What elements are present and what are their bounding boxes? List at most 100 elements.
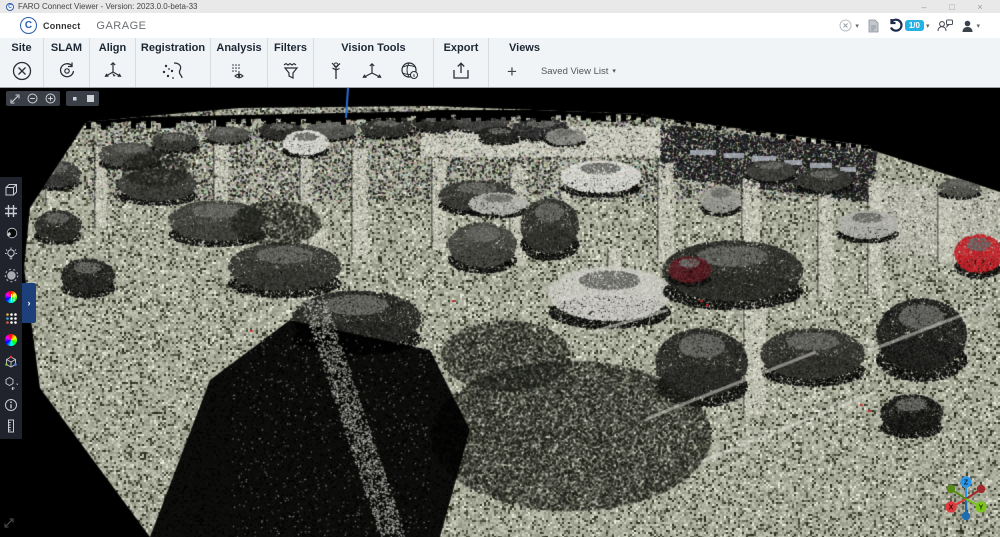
axis-z-label: Z — [964, 480, 969, 487]
connect-home-button[interactable]: C Connect — [20, 17, 80, 34]
site-button[interactable] — [11, 60, 33, 82]
analysis-label: Analysis — [216, 42, 261, 55]
cube-reset-button[interactable] — [4, 376, 19, 391]
export-upload-icon — [450, 60, 472, 82]
maximize-button[interactable]: □ — [938, 2, 966, 12]
sidebar-expand-tab[interactable]: › — [22, 283, 36, 323]
collaborate-button[interactable] — [937, 18, 953, 33]
saved-view-list-label: Saved View List — [541, 66, 608, 77]
saved-view-list-dropdown[interactable]: Saved View List ▾ — [541, 66, 616, 77]
site-label: Site — [11, 42, 31, 55]
pointcloud-canvas[interactable] — [0, 88, 1000, 537]
fit-view-button[interactable] — [10, 94, 20, 104]
ribbon-group-align: Align — [90, 38, 136, 87]
ruler-icon — [4, 419, 18, 433]
point-density-dots-icon — [5, 312, 18, 325]
tabbar-actions: ▾ 1/0 ▾ — [838, 18, 992, 33]
point-size-small-icon — [70, 94, 79, 103]
project-tab-garage[interactable]: GARAGE — [96, 20, 146, 32]
point-density-button[interactable] — [4, 311, 19, 326]
window-title: FARO Connect Viewer - Version: 2023.0.0-… — [18, 2, 198, 11]
viewport-zoom-controls — [6, 91, 99, 106]
axis-y-label: Y — [979, 505, 984, 512]
grid-button[interactable] — [4, 204, 19, 219]
selection-tool-button[interactable]: ▾ — [838, 18, 859, 33]
slam-loop-icon — [56, 60, 78, 82]
filters-button[interactable] — [280, 60, 302, 82]
registration-button[interactable] — [160, 60, 186, 82]
vision-globe-icon: 6 — [398, 60, 422, 82]
cube-reset-icon — [4, 376, 18, 390]
filter-funnel-icon — [280, 60, 302, 82]
vision-tools-label: Vision Tools — [341, 42, 405, 55]
vision-move-button[interactable] — [360, 60, 384, 82]
light-bulb-icon — [4, 247, 18, 261]
info-icon — [4, 398, 18, 412]
chevron-right-icon: › — [28, 298, 31, 308]
ambient-sphere-button[interactable] — [4, 268, 19, 283]
point-size-large-button[interactable] — [86, 94, 95, 103]
color-wheel-icon — [5, 334, 17, 346]
color-mode-button[interactable] — [4, 290, 19, 305]
account-user-icon — [961, 19, 974, 33]
minimize-button[interactable]: – — [910, 2, 938, 12]
zoom-out-icon — [27, 93, 38, 104]
ribbon-group-registration: Registration — [136, 38, 211, 87]
ribbon-group-site: Site — [0, 38, 44, 87]
axis-y-negative-handle — [947, 485, 955, 493]
undo-icon — [888, 18, 903, 33]
fit-view-icon — [10, 94, 20, 104]
cube-colors-button[interactable] — [4, 354, 19, 369]
vision-detect-button[interactable] — [326, 60, 346, 82]
filters-label: Filters — [274, 42, 307, 55]
ribbon-group-vision-tools: Vision Tools — [314, 38, 434, 87]
align-move-icon — [102, 60, 124, 82]
contrast-button[interactable] — [4, 225, 19, 240]
add-view-button[interactable]: + — [501, 63, 523, 80]
registration-points-icon — [160, 60, 186, 82]
vision-globe-button[interactable]: 6 — [398, 60, 422, 82]
analysis-button[interactable] — [227, 60, 251, 82]
document-report-icon — [867, 19, 880, 33]
export-button[interactable] — [450, 60, 472, 82]
point-size-large-icon — [86, 94, 95, 103]
pointcloud-viewport[interactable]: › Z X Y — [0, 88, 1000, 537]
views-label: Views — [501, 42, 540, 55]
info-button[interactable] — [4, 397, 19, 412]
vision-move-icon — [360, 60, 384, 82]
report-button[interactable] — [867, 19, 880, 33]
title-bar: C FARO Connect Viewer - Version: 2023.0.… — [0, 0, 1000, 13]
align-button[interactable] — [102, 60, 124, 82]
connect-logo-icon: C — [20, 17, 37, 34]
color-wheel-button[interactable] — [4, 333, 19, 348]
expand-arrows-icon — [4, 518, 14, 528]
slam-label: SLAM — [51, 42, 82, 55]
corner-expand-button[interactable] — [4, 515, 14, 533]
view-cube-icon — [4, 183, 18, 197]
slam-button[interactable] — [56, 60, 78, 82]
registration-label: Registration — [141, 42, 205, 55]
account-button[interactable]: ▾ — [961, 19, 980, 33]
view-cube-button[interactable] — [4, 182, 19, 197]
collaborate-user-icon — [937, 18, 953, 33]
undo-button[interactable]: 1/0 ▾ — [888, 18, 930, 33]
axis-navigation-gizmo[interactable]: Z X Y — [942, 472, 990, 529]
zoom-in-button[interactable] — [45, 93, 56, 104]
chevron-down-icon: ▾ — [612, 67, 616, 75]
axis-x-negative-handle — [977, 485, 985, 493]
ribbon-group-slam: SLAM — [44, 38, 90, 87]
ribbon-toolbar: Site SLAM — [0, 38, 1000, 88]
light-bulb-button[interactable] — [4, 247, 19, 262]
vision-tree-icon — [326, 60, 346, 82]
zoom-out-button[interactable] — [27, 93, 38, 104]
selection-circle-x-icon — [838, 18, 853, 33]
cube-color-corners-icon — [4, 355, 18, 369]
grid-icon — [4, 204, 18, 218]
view-settings-sidebar — [0, 177, 22, 439]
ribbon-group-analysis: Analysis — [211, 38, 268, 87]
close-button[interactable]: × — [966, 2, 994, 12]
analysis-grid-eye-icon — [227, 60, 251, 82]
point-size-small-button[interactable] — [70, 94, 79, 103]
align-label: Align — [99, 42, 127, 55]
ruler-button[interactable] — [4, 419, 19, 434]
